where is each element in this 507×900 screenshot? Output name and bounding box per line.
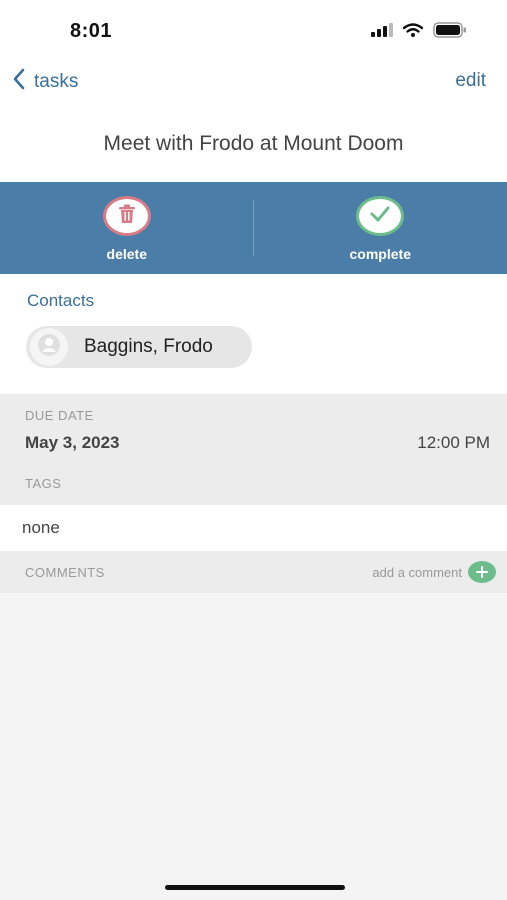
complete-button[interactable]: complete xyxy=(254,182,507,274)
add-comment-button[interactable]: add a comment xyxy=(372,561,496,583)
checkmark-icon xyxy=(369,205,391,228)
add-comment-label: add a comment xyxy=(372,564,462,580)
delete-label: delete xyxy=(106,246,147,262)
back-button[interactable]: tasks xyxy=(12,68,78,95)
delete-icon-circle xyxy=(102,196,151,236)
due-date-label: DUE DATE xyxy=(25,408,94,423)
complete-icon-circle xyxy=(356,196,405,236)
delete-button[interactable]: delete xyxy=(0,182,254,274)
status-bar: 8:01 xyxy=(0,0,507,60)
contacts-heading: Contacts xyxy=(27,291,95,310)
tags-row: none xyxy=(0,505,507,551)
due-date-section: DUE DATE May 3, 2023 12:00 PM TAGS xyxy=(0,394,507,505)
complete-label: complete xyxy=(349,246,411,262)
action-divider xyxy=(253,200,254,256)
tags-label: TAGS xyxy=(25,476,62,491)
action-bar: delete complete xyxy=(0,182,507,274)
navigation-bar: tasks edit xyxy=(0,60,507,105)
tags-value: none xyxy=(22,518,60,537)
home-indicator xyxy=(165,885,345,890)
status-time: 8:01 xyxy=(70,20,113,42)
wifi-icon xyxy=(402,23,424,42)
signal-icon xyxy=(371,23,393,42)
trash-icon xyxy=(117,204,137,229)
due-date-value: May 3, 2023 xyxy=(25,433,120,452)
plus-icon xyxy=(468,561,496,583)
chevron-left-icon xyxy=(12,68,26,95)
person-icon xyxy=(37,333,61,362)
status-icons xyxy=(371,22,467,43)
avatar xyxy=(30,328,68,366)
contact-name: Baggins, Frodo xyxy=(84,336,213,357)
due-time-value: 12:00 PM xyxy=(417,433,490,452)
contacts-section: Contacts Baggins, Frodo xyxy=(0,274,507,394)
contact-chip[interactable]: Baggins, Frodo xyxy=(26,326,252,368)
task-title-area: Meet with Frodo at Mount Doom xyxy=(0,105,507,182)
comments-label: COMMENTS xyxy=(25,565,105,580)
edit-button[interactable]: edit xyxy=(455,70,486,92)
task-title: Meet with Frodo at Mount Doom xyxy=(103,131,404,155)
back-label: tasks xyxy=(34,70,79,92)
battery-icon xyxy=(433,22,467,43)
comments-row: COMMENTS add a comment xyxy=(0,551,507,593)
